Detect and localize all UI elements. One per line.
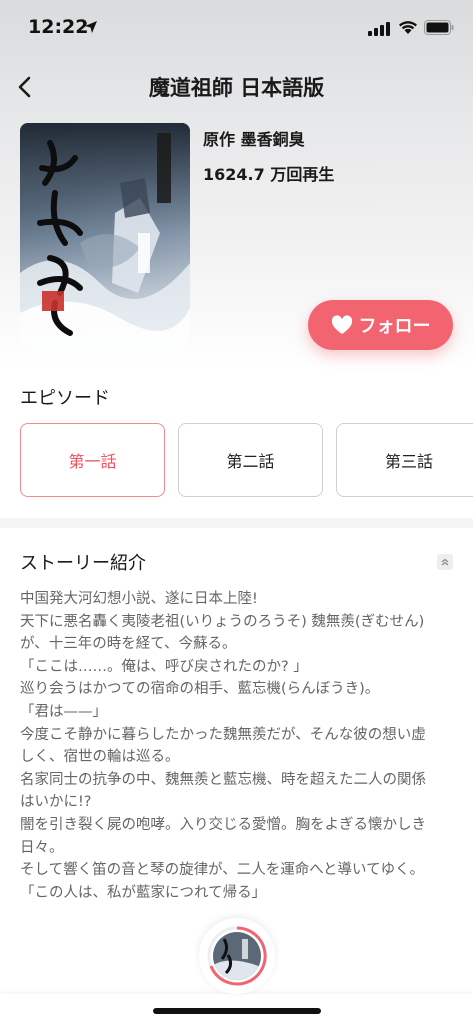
story-description: 中国発大河幻想小説、遂に日本上陸! 天下に悪名轟く夷陵老祖(いりょうのろうそ) …	[20, 588, 456, 904]
story-line: しく、宿世の輪は巡る。	[20, 749, 180, 766]
collapse-icon[interactable]	[437, 554, 453, 570]
story-heading: ストーリー紹介	[20, 553, 146, 574]
story-line: 名家同士の抗争の中、魏無羨と藍忘機、時を超えた二人の関係	[20, 771, 426, 788]
author-text: 原作 墨香銅臭	[203, 130, 305, 149]
story-line: 日々。	[20, 839, 64, 856]
episode-card-1[interactable]: 第一話	[20, 423, 165, 497]
story-line: 今度こそ静かに暮らしたかった魏無羨だが、そんな彼の想い虚	[20, 726, 426, 743]
section-divider	[0, 518, 473, 528]
player-cover-thumbnail	[213, 932, 261, 980]
episode-label: 第三話	[384, 452, 433, 471]
status-time: 12:22	[28, 16, 89, 38]
episode-card-2[interactable]: 第二話	[178, 423, 323, 497]
follow-label: フォロー	[358, 316, 431, 337]
story-line: 闇を引き裂く屍の咆哮。入り交じる愛憎。胸をよぎる懐かしき	[20, 816, 426, 833]
status-bar: 12:22	[0, 0, 473, 58]
episode-label: 第二話	[226, 452, 275, 471]
story-line: 天下に悪名轟く夷陵老祖(いりょうのろうそ) 魏無羨(ぎむせん)	[20, 613, 425, 630]
play-count: 1624.7 万回再生	[203, 165, 335, 184]
signal-icon	[368, 22, 390, 36]
story-line: 「君は——」	[20, 703, 107, 720]
wifi-icon	[399, 21, 417, 34]
follow-button[interactable]: フォロー	[308, 300, 453, 350]
heart-icon	[331, 315, 352, 334]
story-line: はいかに!?	[20, 794, 92, 811]
mini-player-button[interactable]	[199, 918, 275, 994]
cover-image	[20, 123, 190, 348]
episode-label: 第一話	[68, 452, 117, 471]
location-arrow-icon	[85, 21, 97, 33]
player-progress-ring	[207, 926, 267, 986]
cover-art-illustration	[20, 123, 190, 348]
episode-card-3[interactable]: 第三話	[336, 423, 473, 497]
home-indicator	[153, 1008, 321, 1014]
episodes-heading: エピソード	[20, 388, 110, 409]
story-line: そして響く笛の音と琴の旋律が、二人を運命へと導いてゆく。	[20, 862, 425, 879]
story-line: が、十三年の時を経て、今蘇る。	[20, 636, 237, 653]
story-line: 巡り会うはかつての宿命の相手、藍忘機(らんぼうき)。	[20, 681, 380, 698]
story-line: 「この人は、私が藍家につれて帰る」	[20, 884, 267, 901]
story-line: 「ここは……。俺は、呼び戻されたのか? 」	[20, 658, 308, 675]
battery-icon	[424, 20, 454, 35]
story-line: 中国発大河幻想小説、遂に日本上陸!	[20, 591, 258, 607]
page-title: 魔道祖師 日本語版	[148, 76, 325, 100]
